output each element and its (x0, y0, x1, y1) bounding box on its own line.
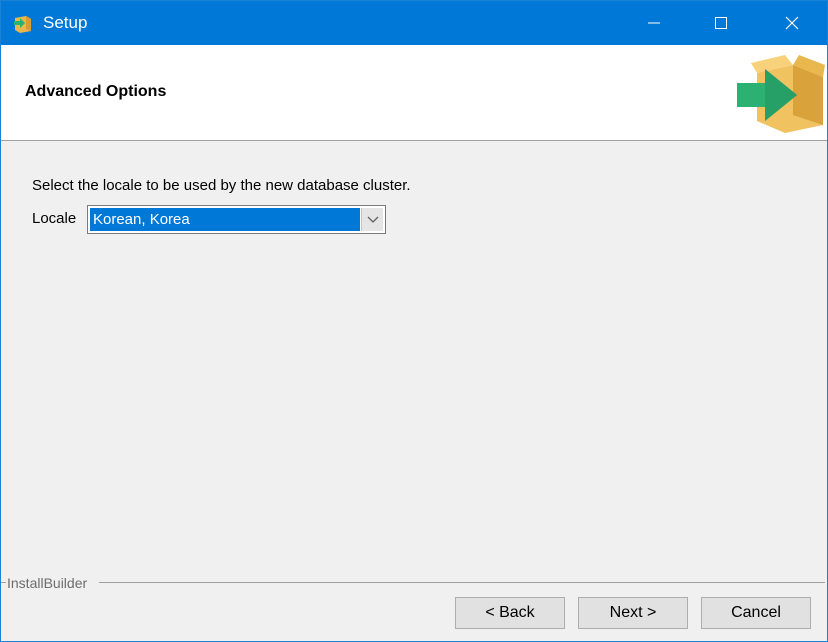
locale-label: Locale (32, 210, 77, 227)
window-title: Setup (43, 13, 88, 32)
footer-divider (99, 582, 825, 583)
title-bar[interactable]: Setup (1, 1, 827, 45)
locale-dropdown[interactable]: Korean, Korea (87, 205, 386, 234)
installer-box-icon (14, 16, 31, 33)
locale-selected-value[interactable]: Korean, Korea (90, 208, 360, 231)
close-icon (785, 16, 799, 30)
instruction-text: Select the locale to be used by the new … (32, 177, 411, 194)
installer-box-icon (737, 55, 825, 133)
installbuilder-brand: InstallBuilder (7, 575, 88, 591)
setup-window: Setup Advanced Options Select the locale… (0, 0, 828, 642)
page-title: Advanced Options (25, 83, 167, 100)
close-button[interactable] (769, 1, 815, 45)
footer-divider (1, 582, 6, 583)
minimize-button[interactable] (631, 1, 677, 45)
chevron-down-icon (367, 216, 378, 223)
maximize-icon (715, 17, 727, 29)
dropdown-arrow[interactable] (361, 208, 383, 231)
minimize-icon (648, 22, 660, 24)
cancel-button[interactable]: Cancel (701, 597, 811, 629)
page-header: Advanced Options (1, 45, 827, 141)
back-button[interactable]: < Back (455, 597, 565, 629)
maximize-button[interactable] (698, 1, 744, 45)
next-button[interactable]: Next > (578, 597, 688, 629)
